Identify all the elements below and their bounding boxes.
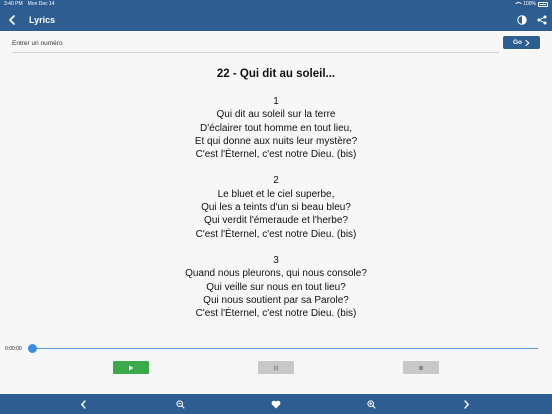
pause-icon	[274, 365, 278, 370]
stop-icon	[419, 365, 423, 370]
status-right: 100%	[514, 0, 548, 9]
battery-icon	[538, 2, 548, 7]
verse-line: Qui dit au soleil sur la terre	[216, 109, 336, 121]
nav-bar: Lyrics	[0, 9, 552, 31]
battery-percent: 100%	[523, 1, 536, 7]
verse-line: Et qui donne aux nuits leur mystère?	[194, 135, 358, 147]
status-left: 3:40 PM Mon Dec 14	[4, 0, 55, 9]
chevron-left-icon[interactable]	[76, 397, 90, 411]
verse-number: 3	[273, 254, 279, 266]
lyrics-view: 22 - Qui dit au soleil... 1 Qui dit au s…	[0, 66, 552, 333]
wifi-icon	[514, 2, 524, 7]
verse-number: 2	[273, 175, 279, 187]
verse-line: C'est l'Éternel, c'est notre Dieu. (bis)	[195, 149, 357, 161]
elapsed-time: 0:00:00	[5, 346, 22, 352]
go-button[interactable]: Go	[503, 36, 540, 49]
status-time: 3:40 PM	[4, 1, 23, 7]
verse-line: Qui les a teints d'un si beau bleu?	[201, 202, 351, 214]
go-button-label: Go	[512, 39, 523, 46]
number-input[interactable]	[12, 34, 499, 53]
zoom-out-icon[interactable]	[173, 397, 187, 411]
verse-line: Qui veille sur nous en tout lieu?	[206, 281, 346, 293]
song-title: 22 - Qui dit au soleil...	[216, 68, 336, 80]
verse-line: Quand nous pleurons, qui nous console?	[185, 268, 367, 280]
back-icon[interactable]	[5, 13, 19, 27]
chevron-right-icon	[525, 39, 530, 46]
verse-line: Qui nous soutient par sa Parole?	[203, 294, 349, 306]
play-icon	[129, 365, 134, 370]
verse-line: D'éclairer tout homme en tout lieu,	[200, 122, 352, 134]
contrast-icon[interactable]	[515, 13, 529, 27]
status-bar: 3:40 PM Mon Dec 14 100%	[0, 0, 552, 9]
verse: 2 Le bluet et le ciel superbe, Qui les a…	[0, 174, 552, 240]
verse-line: C'est l'Éternel, c'est notre Dieu. (bis)	[195, 308, 357, 320]
heart-icon[interactable]	[269, 397, 283, 411]
bottom-toolbar	[0, 394, 552, 414]
share-icon[interactable]	[535, 13, 549, 27]
play-button[interactable]	[113, 361, 149, 374]
verse-line: Qui verdit l'émeraude et l'herbe?	[204, 215, 348, 227]
progress-track[interactable]	[32, 348, 538, 349]
stop-button[interactable]	[403, 361, 439, 374]
zoom-in-icon[interactable]	[364, 397, 378, 411]
verse-number: 1	[273, 96, 279, 107]
verse: 3 Quand nous pleurons, qui nous console?…	[0, 254, 552, 320]
verse: 1 Qui dit au soleil sur la terre D'éclai…	[0, 95, 552, 161]
pause-button[interactable]	[258, 361, 294, 374]
verse-line: C'est l'Éternel, c'est notre Dieu. (bis)	[195, 228, 357, 240]
status-date: Mon Dec 14	[27, 1, 55, 7]
chevron-right-icon[interactable]	[459, 397, 473, 411]
page-title: Lyrics	[29, 15, 56, 25]
verse-line: Le bluet et le ciel superbe,	[217, 188, 335, 200]
progress-thumb[interactable]	[28, 344, 37, 353]
